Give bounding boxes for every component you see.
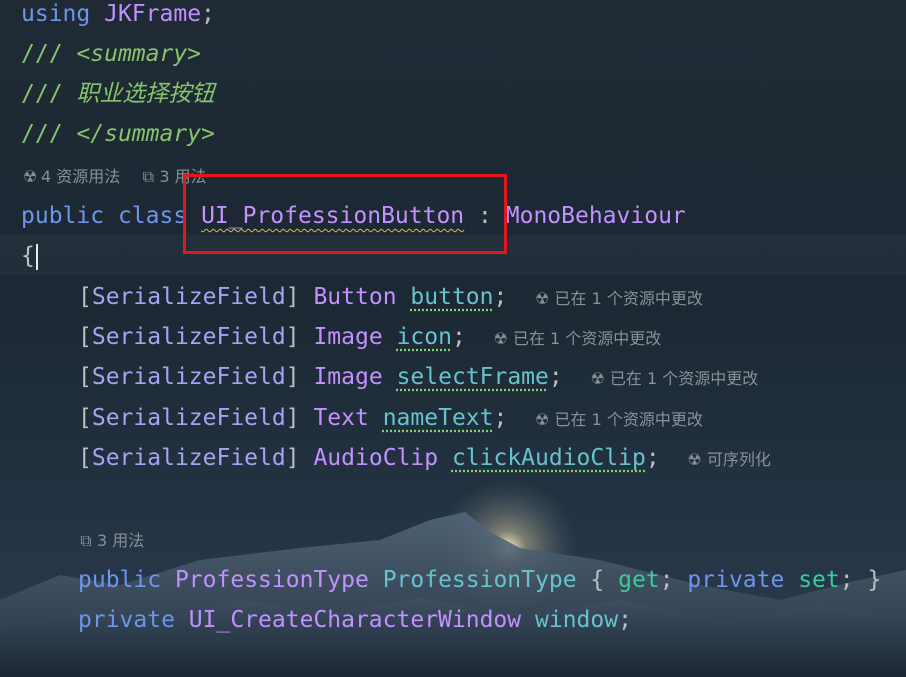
field-type: UI_CreateCharacterWindow xyxy=(188,607,522,633)
field-name[interactable]: clickAudioClip xyxy=(452,445,646,471)
external-link-icon: ⧉ xyxy=(142,167,155,186)
field-type: AudioClip xyxy=(313,445,439,471)
bracket: [ xyxy=(78,445,92,471)
keyword-public: public xyxy=(78,567,162,593)
bracket: ] xyxy=(285,445,300,471)
keyword-class: class xyxy=(117,203,188,229)
code-line-field[interactable]: [SerializeField] Image icon; ☢ 已在 1 个资源中… xyxy=(78,317,661,357)
text-caret xyxy=(35,243,38,270)
bracket: ] xyxy=(285,324,300,350)
asset-usages-lens[interactable]: ☢ 4 资源用法 xyxy=(23,167,120,186)
usages-label: 3 用法 xyxy=(97,531,145,550)
doc-slashes: /// xyxy=(21,81,63,107)
external-link-icon: ⧉ xyxy=(80,531,92,550)
semicolon: ; xyxy=(659,567,674,593)
code-line-field[interactable]: [SerializeField] Text nameText; ☢ 已在 1 个… xyxy=(78,398,703,438)
field-name[interactable]: button xyxy=(410,284,493,310)
brace: } xyxy=(867,567,882,593)
field-type: Button xyxy=(313,284,397,310)
base-class-name[interactable]: MonoBehaviour xyxy=(506,203,686,229)
doc-slashes: /// xyxy=(21,41,63,67)
doc-summary-open: <summary> xyxy=(76,41,202,67)
keyword-public: public xyxy=(21,203,105,229)
keyword-using: using xyxy=(21,1,91,27)
attribute-serializefield: SerializeField xyxy=(91,405,286,431)
inlay-hint[interactable]: ☢ 已在 1 个资源中更改 xyxy=(535,289,703,308)
namespace-name: JKFrame xyxy=(104,1,202,27)
bracket: [ xyxy=(78,364,92,390)
code-line-open-brace[interactable]: { xyxy=(21,236,38,276)
semicolon: ; xyxy=(548,364,563,390)
code-line-property[interactable]: public ProfessionType ProfessionType { g… xyxy=(78,560,881,600)
property-name[interactable]: ProfessionType xyxy=(383,567,577,593)
attribute-serializefield: SerializeField xyxy=(91,284,286,310)
open-brace: { xyxy=(21,243,35,269)
inlay-hint-text: 已在 1 个资源中更改 xyxy=(512,329,662,348)
inlay-hint-text: 已在 1 个资源中更改 xyxy=(554,289,703,308)
attribute-serializefield: SerializeField xyxy=(91,324,286,350)
attribute-serializefield: SerializeField xyxy=(91,445,286,471)
code-lens-class: ☢ 4 资源用法 ⧉ 3 用法 xyxy=(23,167,207,187)
field-name[interactable]: window xyxy=(535,607,618,633)
semicolon: ; xyxy=(493,405,508,431)
code-line-doc-close[interactable]: /// </summary> xyxy=(21,114,215,154)
code-lens-property[interactable]: ⧉ 3 用法 xyxy=(79,531,144,551)
unity-icon: ☢ xyxy=(23,167,38,186)
unity-icon: ☢ xyxy=(687,450,707,469)
code-line-doc-open[interactable]: /// <summary> xyxy=(21,34,201,74)
field-type: Image xyxy=(313,364,383,390)
semicolon: ; xyxy=(645,445,660,471)
doc-summary-close: </summary> xyxy=(76,121,215,147)
keyword-set: set xyxy=(798,567,840,593)
semicolon: ; xyxy=(451,324,466,350)
keyword-get: get xyxy=(618,567,660,593)
code-line-window-field[interactable]: private UI_CreateCharacterWindow window; xyxy=(78,600,632,640)
semicolon: ; xyxy=(201,1,215,27)
inlay-hint[interactable]: ☢ 已在 1 个资源中更改 xyxy=(535,410,703,429)
brace: { xyxy=(590,567,605,593)
code-line-field[interactable]: [SerializeField] Button button; ☢ 已在 1 个… xyxy=(78,277,703,317)
bracket: [ xyxy=(78,324,92,350)
unity-icon: ☢ xyxy=(535,410,555,429)
property-type: ProfessionType xyxy=(174,567,369,593)
unity-icon: ☢ xyxy=(535,289,555,308)
bracket: ] xyxy=(285,284,300,310)
semicolon: ; xyxy=(618,607,632,633)
semicolon: ; xyxy=(839,567,854,593)
inlay-hint-text: 可序列化 xyxy=(706,450,771,469)
keyword-private: private xyxy=(78,607,175,633)
inlay-hint-text: 已在 1 个资源中更改 xyxy=(554,410,703,429)
bracket: [ xyxy=(78,405,92,431)
field-type: Text xyxy=(313,405,369,431)
bracket: [ xyxy=(78,284,92,310)
unity-icon: ☢ xyxy=(590,369,610,388)
bracket: ] xyxy=(285,405,300,431)
code-line-using[interactable]: using JKFrame; xyxy=(21,0,215,34)
field-name[interactable]: nameText xyxy=(383,405,494,431)
annotation-highlight-box xyxy=(183,174,507,254)
inlay-hint[interactable]: ☢ 已在 1 个资源中更改 xyxy=(590,369,758,388)
keyword-private: private xyxy=(687,567,785,593)
inlay-hint[interactable]: ☢ 已在 1 个资源中更改 xyxy=(494,329,662,348)
doc-slashes: /// xyxy=(21,121,63,147)
field-type: Image xyxy=(313,324,383,350)
asset-usages-label: 4 资源用法 xyxy=(41,167,121,186)
semicolon: ; xyxy=(493,284,508,310)
attribute-serializefield: SerializeField xyxy=(91,364,286,390)
unity-icon: ☢ xyxy=(493,329,513,348)
code-line-field[interactable]: [SerializeField] AudioClip clickAudioCli… xyxy=(78,438,771,478)
field-name[interactable]: icon xyxy=(397,324,452,350)
doc-summary-text: 职业选择按钮 xyxy=(76,81,215,107)
bracket: ] xyxy=(285,364,300,390)
code-line-doc-text[interactable]: /// 职业选择按钮 xyxy=(21,74,214,114)
inlay-hint[interactable]: ☢ 可序列化 xyxy=(687,450,770,469)
inlay-hint-text: 已在 1 个资源中更改 xyxy=(609,369,759,388)
field-name[interactable]: selectFrame xyxy=(397,364,549,390)
code-line-field[interactable]: [SerializeField] Image selectFrame; ☢ 已在… xyxy=(78,357,758,397)
